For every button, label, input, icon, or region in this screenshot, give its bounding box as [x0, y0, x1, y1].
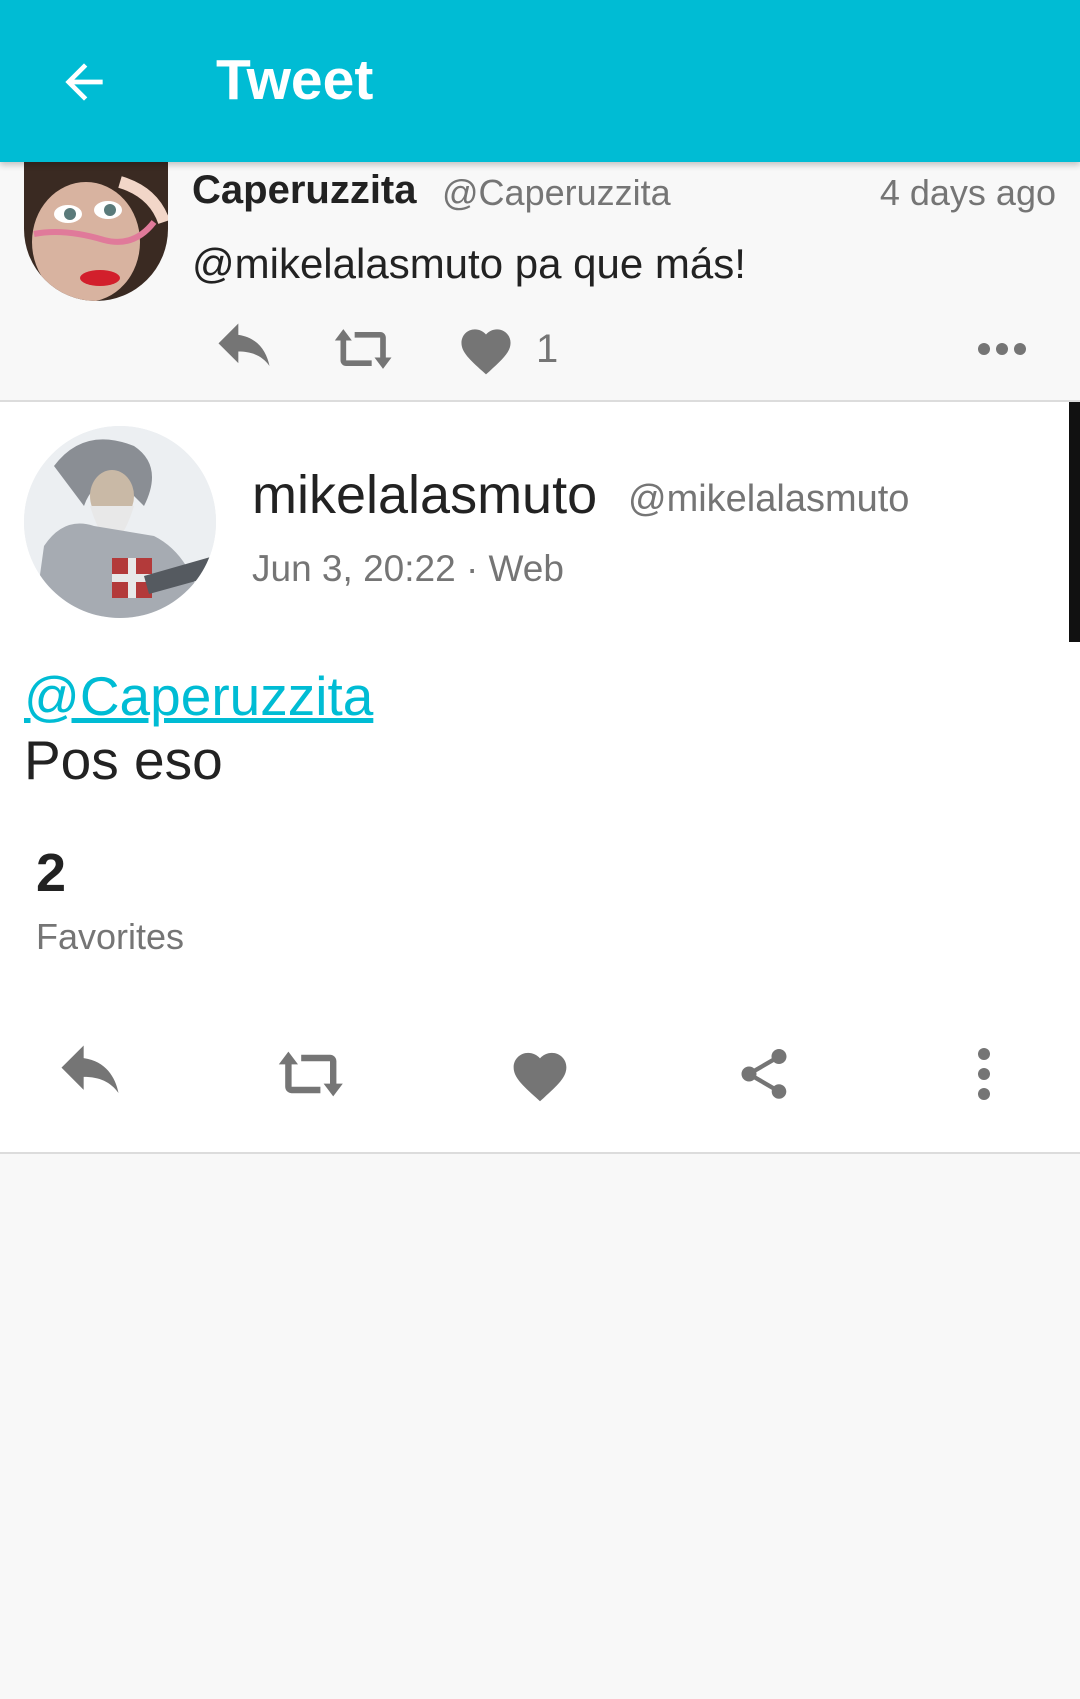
favorites-label: Favorites	[36, 916, 185, 957]
reply-button[interactable]	[210, 314, 278, 384]
more-horiz-icon	[978, 343, 1026, 355]
retweet-button[interactable]	[332, 314, 400, 384]
reply-button[interactable]	[40, 1034, 140, 1114]
reply-icon	[218, 323, 270, 366]
back-button[interactable]	[52, 50, 116, 114]
arrow-back-icon	[65, 63, 103, 101]
more-vert-icon	[978, 1048, 990, 1100]
author-handle: @mikelalasmuto	[628, 478, 910, 520]
author-handle: @Caperuzzita	[442, 172, 671, 213]
page-title: Tweet	[216, 48, 374, 112]
timestamp: 4 days ago	[879, 172, 1056, 213]
tweet-text: @mikelalasmuto pa que más!	[192, 240, 746, 287]
heart-icon	[513, 1052, 567, 1102]
like-button[interactable]: 1	[456, 314, 558, 384]
retweet-icon	[278, 1051, 343, 1097]
app-bar: Tweet	[0, 0, 1080, 162]
main-tweet: mikelalasmuto @mikelalasmuto Jun 3, 20:2…	[0, 402, 1080, 1154]
author-name[interactable]: mikelalasmuto	[252, 464, 597, 526]
share-icon	[741, 1049, 787, 1099]
scrollbar[interactable]	[1069, 402, 1080, 642]
mention-link[interactable]: @Caperuzzita	[24, 664, 373, 728]
tweet-meta: Jun 3, 20:22 · Web	[252, 548, 564, 589]
share-button[interactable]	[714, 1034, 814, 1114]
retweet-icon	[334, 329, 392, 369]
reply-icon	[61, 1045, 119, 1093]
retweet-button[interactable]	[264, 1034, 364, 1114]
like-count: 1	[536, 326, 559, 371]
avatar[interactable]	[24, 162, 168, 301]
more-options-button[interactable]	[934, 1034, 1034, 1114]
more-options-button[interactable]	[976, 314, 1028, 384]
reply-tweet[interactable]: Caperuzzita @Caperuzzita 4 days ago @mik…	[0, 162, 1080, 402]
favorites-count[interactable]: 2	[36, 842, 66, 904]
like-button[interactable]	[490, 1034, 590, 1114]
avatar[interactable]	[24, 426, 216, 618]
heart-icon	[461, 329, 511, 375]
tweet-text: Pos eso	[24, 729, 223, 791]
author-name[interactable]: Caperuzzita	[192, 168, 417, 213]
